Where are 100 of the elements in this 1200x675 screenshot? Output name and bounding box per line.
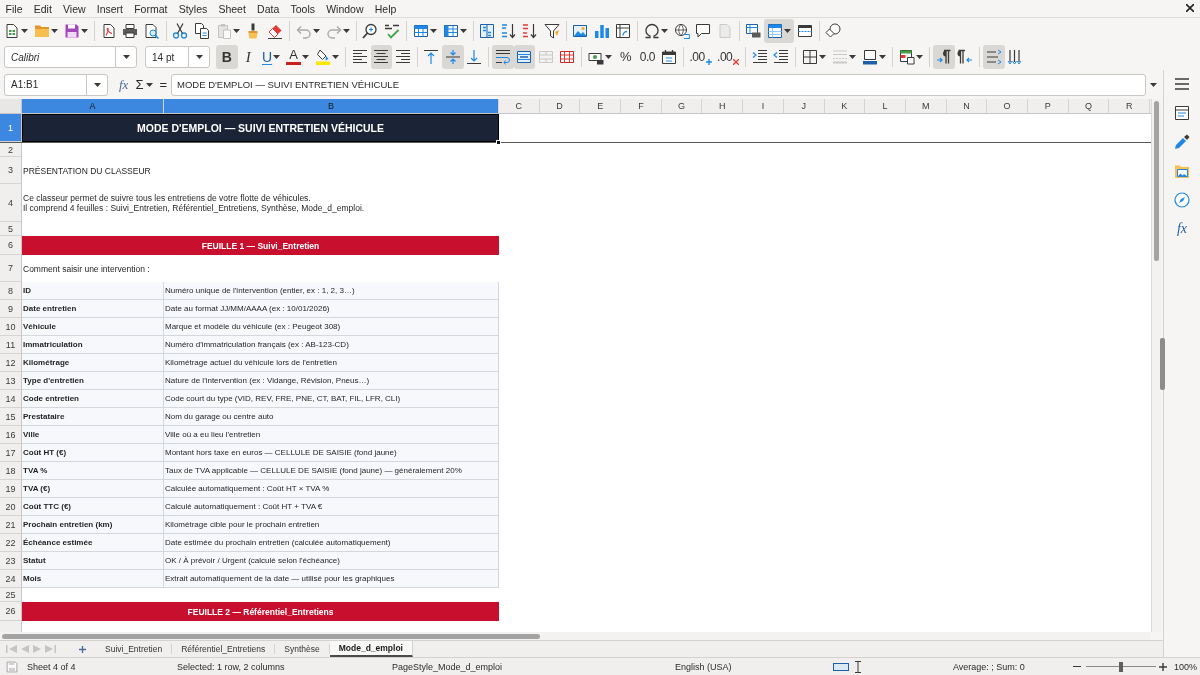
column-header[interactable]: G xyxy=(661,99,703,113)
menu-item[interactable]: File xyxy=(0,0,29,17)
plus-icon xyxy=(705,59,712,65)
column-header[interactable]: C xyxy=(499,99,540,113)
column-header[interactable]: P xyxy=(1027,99,1069,113)
menu-item[interactable]: Sheet xyxy=(212,0,252,17)
calendar-icon xyxy=(660,49,677,65)
column-header[interactable]: H xyxy=(702,99,744,113)
vertical-scrollbar[interactable] xyxy=(1151,99,1161,632)
menu-item[interactable]: Data xyxy=(251,0,285,17)
delete-decimal-button[interactable]: .00 xyxy=(714,45,742,69)
menu-item[interactable]: Tools xyxy=(284,0,321,17)
sidebar-handle[interactable] xyxy=(1160,338,1165,390)
folder-icon xyxy=(34,23,50,39)
menu-item[interactable]: Edit xyxy=(28,0,58,17)
column-header[interactable]: J xyxy=(783,99,825,113)
table-icon xyxy=(442,23,459,39)
field-description-cell: Calculé automatiquement : Coût HT + TVA € xyxy=(164,498,499,516)
align-center-button[interactable] xyxy=(370,45,393,69)
percent-button[interactable]: % xyxy=(615,45,637,69)
sum-button[interactable]: Σ xyxy=(131,74,156,95)
statistics-text: Average: ; Sum: 0 xyxy=(953,661,1025,672)
function-wizard-button[interactable]: fx xyxy=(116,74,132,95)
sheet-tab[interactable]: Référentiel_Entretiens xyxy=(172,644,276,654)
field-name-cell: Type d'entretien xyxy=(22,372,164,390)
italic-button[interactable]: I xyxy=(237,45,259,69)
title-cell: MODE D'EMPLOI — SUIVI ENTRETIEN VÉHICULE xyxy=(22,114,499,142)
plus-icon[interactable] xyxy=(1159,662,1167,671)
name-box[interactable]: A1:B1 xyxy=(4,73,108,96)
row-header[interactable]: 1 xyxy=(0,114,22,142)
borders-icon xyxy=(802,49,818,65)
caret-icon xyxy=(81,29,88,33)
underline-button[interactable]: U xyxy=(259,45,284,69)
compass-icon[interactable] xyxy=(1174,192,1190,208)
wrap-text-button[interactable] xyxy=(492,45,514,69)
column-header[interactable]: N xyxy=(946,99,988,113)
align-center-icon xyxy=(373,49,390,65)
zoom-percentage[interactable]: 100% xyxy=(1174,661,1198,672)
font-color-button[interactable]: A xyxy=(283,45,313,69)
column-header[interactable]: I xyxy=(743,99,784,113)
add-decimal-button[interactable]: .00 xyxy=(686,45,715,69)
image-folder-icon[interactable] xyxy=(1174,163,1190,179)
column-header[interactable]: E xyxy=(580,99,622,113)
sheet-tab[interactable]: Suivi_Entretien xyxy=(96,644,173,654)
column-header[interactable]: B xyxy=(164,99,499,113)
column-header[interactable]: A xyxy=(22,99,164,113)
menu-item[interactable]: Styles xyxy=(173,0,213,17)
field-description-cell: Date estimée du prochain entretien (calculée automatiquement) xyxy=(164,534,499,552)
rectangle-icon[interactable] xyxy=(833,662,849,671)
minus-icon[interactable] xyxy=(1073,665,1081,668)
menu-item[interactable]: Insert xyxy=(91,0,129,17)
menu-item[interactable]: View xyxy=(57,0,92,17)
menu-icon[interactable] xyxy=(1174,76,1190,92)
fill-handle[interactable] xyxy=(496,140,501,145)
number-format-button[interactable]: 0.0 xyxy=(636,45,659,69)
caret-icon xyxy=(232,29,240,33)
merge-center-button[interactable] xyxy=(513,45,536,69)
bold-button[interactable]: B xyxy=(216,45,238,69)
indent-icon xyxy=(751,49,768,65)
caret-icon xyxy=(459,29,467,33)
language-text[interactable]: English (USA) xyxy=(675,661,732,672)
field-description-cell: OK / À prévoir / Urgent (calculé selon l'échéance) xyxy=(164,552,499,570)
menu-item[interactable]: Help xyxy=(369,0,402,17)
properties-icon[interactable] xyxy=(1174,105,1190,121)
font-size-field[interactable]: 14 pt xyxy=(145,46,210,68)
sheet-tab[interactable]: Mode_d_emploi xyxy=(329,641,413,657)
left-to-right-button[interactable] xyxy=(933,45,955,69)
column-header[interactable]: F xyxy=(621,99,662,113)
align-middle-icon xyxy=(444,49,461,65)
column-header[interactable]: R xyxy=(1109,99,1150,113)
column-header[interactable]: L xyxy=(865,99,906,113)
close-icon[interactable] xyxy=(1186,4,1194,12)
sheet-tab[interactable]: Synthèse xyxy=(275,644,330,654)
functions-tab[interactable]: fx xyxy=(1176,221,1188,237)
field-description-cell: Taux de TVA applicable — CELLULE DE SAISIE (fond jaune) — généralement 20% xyxy=(164,462,499,480)
formula-input[interactable]: MODE D'EMPLOI — SUIVI ENTRETIEN VÉHICULE xyxy=(171,73,1146,96)
align-left-icon xyxy=(351,49,368,65)
field-name-cell: Date entretien xyxy=(22,300,164,318)
freeze-rows-button[interactable] xyxy=(764,19,794,43)
slider-thumb[interactable] xyxy=(1119,661,1123,672)
font-name-field[interactable]: Calibri xyxy=(4,46,137,68)
text-cursor-icon[interactable] xyxy=(855,660,861,673)
menu-item[interactable]: Window xyxy=(320,0,370,17)
column-header[interactable]: Q xyxy=(1068,99,1110,113)
selection-text: Selected: 1 row, 2 columns xyxy=(177,661,285,672)
menu-item[interactable]: Format xyxy=(128,0,174,17)
plus-icon[interactable] xyxy=(79,645,86,653)
pencil-icon[interactable] xyxy=(1174,134,1190,150)
column-header[interactable]: M xyxy=(905,99,947,113)
page-style-text[interactable]: PageStyle_Mode_d_emploi xyxy=(392,661,503,672)
sheet-count-text[interactable]: Sheet 4 of 4 xyxy=(27,661,76,672)
formula-button[interactable]: = xyxy=(155,74,172,95)
column-header[interactable]: K xyxy=(824,99,866,113)
column-header[interactable]: D xyxy=(539,99,581,113)
sheet-text: PRÉSENTATION DU CLASSEUR xyxy=(22,165,151,176)
section-banner: FEUILLE 2 — Référentiel_Entretiens xyxy=(22,602,499,621)
image-icon xyxy=(572,23,589,39)
field-name-cell: Prochain entretien (km) xyxy=(22,516,164,534)
caret-icon xyxy=(342,29,350,33)
column-header[interactable]: O xyxy=(987,99,1028,113)
